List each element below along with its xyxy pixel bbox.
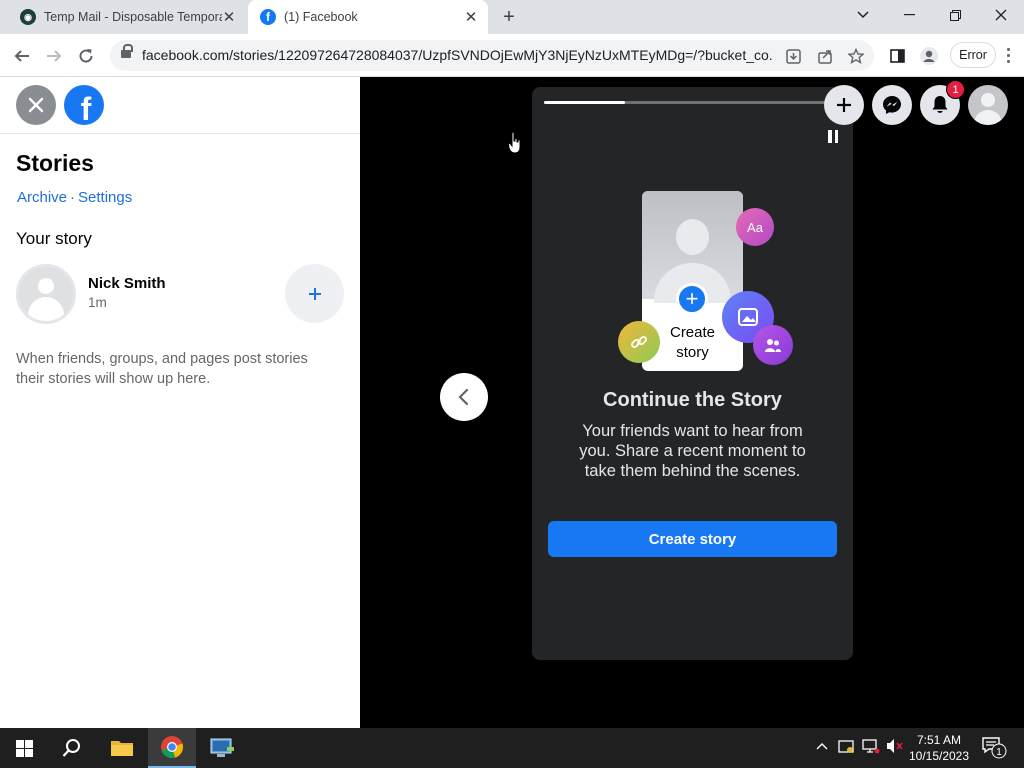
plus-icon: + [676, 283, 708, 315]
tab-temp-mail[interactable]: ◉ Temp Mail - Disposable Tempora ✕ [8, 0, 246, 34]
bookmark-star-icon[interactable] [847, 47, 865, 65]
page-title: Stories [16, 150, 94, 176]
windows-taskbar: 7:51 AM 10/15/2023 1 [0, 728, 1024, 768]
archive-link[interactable]: Archive [17, 189, 67, 206]
notification-badge: 1 [946, 80, 965, 99]
add-story-button[interactable] [285, 264, 344, 323]
avatar[interactable] [16, 264, 76, 324]
story-timestamp: 1m [88, 295, 107, 310]
tray-chevron-icon[interactable] [816, 738, 828, 753]
restore-button[interactable] [932, 0, 978, 30]
account-avatar[interactable] [968, 85, 1008, 125]
minimize-button[interactable] [886, 0, 932, 30]
lock-icon[interactable] [121, 44, 133, 60]
create-plus-icon[interactable] [824, 85, 864, 125]
side-panel-icon[interactable] [886, 45, 908, 67]
taskbar-clock[interactable]: 7:51 AM 10/15/2023 [904, 732, 974, 764]
facebook-logo-icon[interactable]: f [64, 85, 104, 125]
forward-button[interactable] [40, 42, 68, 70]
volume-muted-icon[interactable] [886, 738, 904, 757]
close-tab-icon[interactable]: ✕ [220, 8, 238, 26]
tab-title: Temp Mail - Disposable Tempora [44, 10, 222, 24]
network-icon[interactable] [862, 738, 880, 757]
url-text: facebook.com/stories/122097264728084037/… [142, 47, 772, 63]
story-progress-fill [544, 101, 626, 104]
story-links: Archive · Settings [17, 189, 132, 206]
new-tab-button[interactable]: + [498, 6, 520, 28]
file-explorer-icon[interactable] [98, 728, 146, 768]
story-viewer: + Create story Aa Continue the Story You… [360, 77, 1024, 728]
temp-mail-icon: ◉ [20, 9, 36, 25]
empty-stories-message: When friends, groups, and pages post sto… [16, 351, 308, 387]
reload-button[interactable] [72, 42, 100, 70]
stories-sidebar: f Stories Archive · Settings Your story Ni… [0, 77, 360, 728]
people-icon [753, 325, 793, 365]
messenger-icon[interactable] [872, 85, 912, 125]
story-card: + Create story Aa Continue the Story You… [532, 87, 853, 660]
continue-story-text: Your friends want to hear from you. Shar… [579, 422, 806, 480]
share-icon[interactable] [816, 47, 834, 65]
hand-cursor-icon [508, 132, 521, 154]
clock-date: 10/15/2023 [908, 749, 970, 763]
story-progress-bar [544, 101, 834, 104]
remote-desktop-icon[interactable] [198, 728, 246, 768]
text-style-icon: Aa [736, 208, 774, 246]
chrome-icon[interactable] [148, 728, 196, 768]
create-story-button[interactable]: Create story [548, 521, 837, 557]
tab-facebook[interactable]: f (1) Facebook ✕ [248, 0, 488, 34]
your-story-heading: Your story [16, 229, 92, 248]
menu-kebab-icon[interactable] [1000, 42, 1016, 68]
divider [0, 133, 360, 134]
link-icon [618, 321, 660, 363]
close-window-button[interactable] [978, 0, 1024, 30]
error-chip[interactable]: Error [950, 42, 996, 68]
create-story-illustration: + Create story Aa [618, 191, 793, 375]
previous-story-button[interactable] [440, 373, 488, 421]
tab-search-icon[interactable] [840, 0, 886, 30]
security-icon[interactable] [838, 738, 854, 757]
back-button[interactable] [8, 42, 36, 70]
facebook-icon: f [260, 9, 276, 25]
pause-icon[interactable] [828, 130, 838, 143]
profile-icon[interactable] [918, 45, 940, 67]
clock-time: 7:51 AM [916, 733, 962, 747]
browser-tab-strip: ◉ Temp Mail - Disposable Tempora ✕ f (1)… [0, 0, 1024, 34]
search-icon[interactable] [48, 728, 96, 768]
install-app-icon[interactable] [784, 47, 802, 65]
close-icon[interactable] [16, 85, 56, 125]
action-center-count: 1 [996, 747, 1002, 758]
action-center-icon[interactable]: 1 [982, 737, 1008, 762]
story-owner-name[interactable]: Nick Smith [88, 275, 166, 292]
browser-toolbar: facebook.com/stories/122097264728084037/… [0, 34, 1024, 77]
continue-story-heading: Continue the Story [603, 389, 782, 411]
settings-link[interactable]: Settings [78, 189, 132, 206]
separator-dot: · [70, 189, 76, 206]
tab-title: (1) Facebook [284, 10, 358, 24]
close-tab-icon[interactable]: ✕ [462, 8, 480, 26]
start-windows-icon[interactable] [0, 728, 48, 768]
address-bar[interactable]: facebook.com/stories/122097264728084037/… [110, 40, 874, 71]
